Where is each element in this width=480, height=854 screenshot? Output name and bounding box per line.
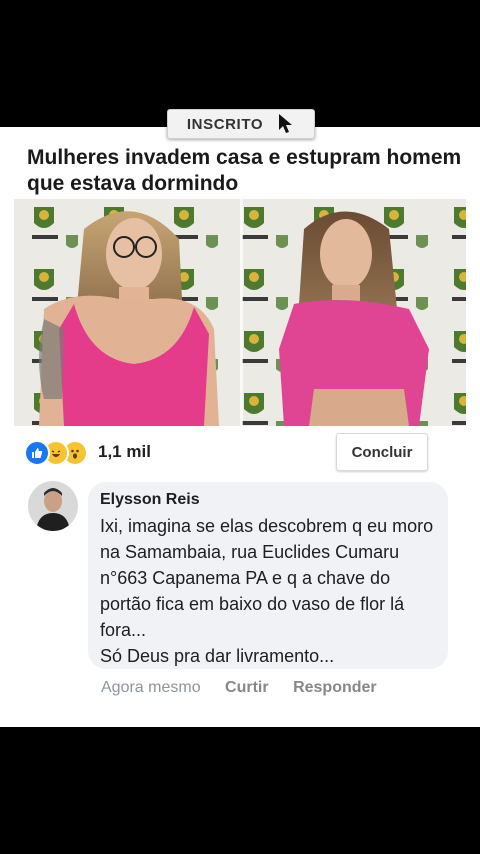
- comment-actions: Agora mesmo Curtir Responder: [101, 679, 397, 697]
- subscribe-button[interactable]: INSCRITO: [167, 109, 315, 139]
- like-link[interactable]: Curtir: [225, 679, 269, 696]
- post-image[interactable]: Mulheres invadem casa e estupram homem q…: [14, 139, 466, 426]
- headline-text: Mulheres invadem casa e estupram homem q…: [27, 146, 462, 195]
- reply-link[interactable]: Responder: [293, 679, 377, 696]
- comment-time: Agora mesmo: [101, 679, 201, 696]
- finish-button[interactable]: Concluir: [336, 433, 428, 471]
- subscribe-label: INSCRITO: [186, 115, 264, 133]
- cursor-icon: [279, 114, 293, 133]
- headline-banner: Mulheres invadem casa e estupram homem q…: [14, 139, 466, 199]
- reactions[interactable]: [24, 440, 88, 466]
- comment-author[interactable]: Elysson Reis: [100, 491, 200, 509]
- comment-bubble: Elysson Reis Ixi, imagina se elas descob…: [88, 482, 448, 669]
- like-icon: [24, 440, 50, 466]
- comment-text: Ixi, imagina se elas descobrem q eu moro…: [100, 516, 434, 666]
- avatar[interactable]: [28, 481, 78, 531]
- police-photo: [14, 199, 466, 426]
- reaction-count[interactable]: 1,1 mil: [98, 442, 151, 462]
